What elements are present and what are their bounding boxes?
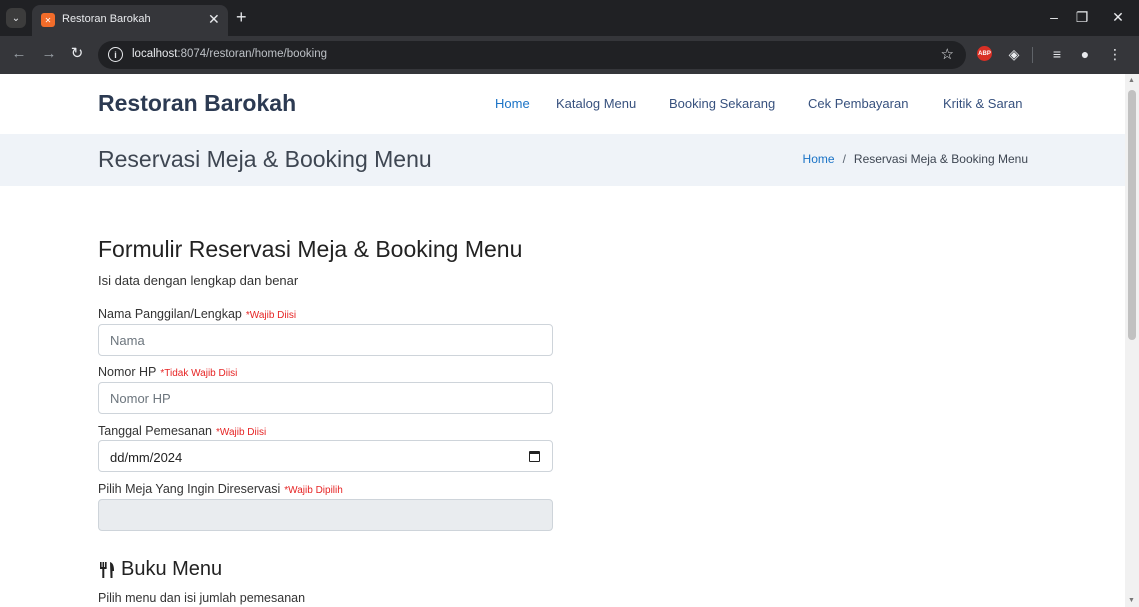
- name-required-note: *Wajib Diisi: [245, 310, 297, 321]
- name-label: Nama Panggilan/Lengkap *Wajib Diisi: [98, 307, 297, 321]
- form-title: Formulir Reservasi Meja & Booking Menu: [98, 236, 523, 262]
- scroll-up-icon[interactable]: ▲: [1128, 77, 1135, 84]
- scroll-thumb[interactable]: [1128, 90, 1136, 340]
- forward-icon[interactable]: →: [40, 45, 58, 63]
- table-label: Pilih Meja Yang Ingin Direservasi *Wajib …: [98, 482, 343, 496]
- phone-label: Nomor HP *Tidak Wajib Diisi: [98, 365, 238, 379]
- adblock-extension-icon[interactable]: ABP: [977, 46, 992, 61]
- name-input[interactable]: [98, 324, 553, 356]
- browser-tab[interactable]: ✕ Restoran Barokah ✕: [32, 5, 228, 36]
- back-icon[interactable]: ←: [10, 45, 28, 63]
- breadcrumb-section: Reservasi Meja & Booking Menu Home / Reser…: [0, 134, 1125, 186]
- browser-menu-icon[interactable]: ⋮: [1105, 45, 1125, 63]
- breadcrumb-current: Reservasi Meja & Booking Menu: [853, 152, 1028, 166]
- form-subtitle: Isi data dengan lengkap dan benar: [98, 273, 299, 288]
- address-url[interactable]: localhost:8074/restoran/home/booking: [132, 48, 327, 60]
- menu-section-subtitle: Pilih menu dan isi jumlah pemesanan: [98, 591, 306, 605]
- tab-close-icon[interactable]: ✕: [208, 11, 220, 27]
- nav-link-katalog-menu[interactable]: Katalog Menu: [556, 96, 636, 111]
- utensils-icon: [98, 560, 118, 580]
- page-viewport: Restoran Barokah Home Katalog Menu Booki…: [0, 74, 1125, 607]
- minimize-icon[interactable]: –: [1042, 7, 1066, 27]
- scroll-down-icon[interactable]: ▼: [1128, 597, 1135, 604]
- breadcrumb-home-link[interactable]: Home: [803, 152, 835, 166]
- profile-icon[interactable]: ●: [1075, 45, 1095, 63]
- browser-toolbar: ← → ↻ i localhost:8074/restoran/home/boo…: [0, 36, 1139, 74]
- nav-link-home[interactable]: Home: [495, 96, 530, 111]
- close-window-icon[interactable]: ✕: [1106, 7, 1130, 27]
- extensions-icon[interactable]: ◈: [1004, 45, 1024, 63]
- bookmark-star-icon[interactable]: ☆: [941, 45, 954, 63]
- reload-icon[interactable]: ↻: [68, 45, 86, 63]
- xampp-favicon-icon: ✕: [41, 13, 55, 27]
- site-info-icon[interactable]: i: [108, 47, 123, 62]
- site-navbar: Restoran Barokah Home Katalog Menu Booki…: [0, 74, 1125, 134]
- table-select[interactable]: [98, 499, 553, 531]
- reading-list-icon[interactable]: ≡: [1047, 45, 1067, 63]
- nav-link-kritik-saran[interactable]: Kritik & Saran: [943, 96, 1022, 111]
- nav-link-booking-sekarang[interactable]: Booking Sekarang: [669, 96, 775, 111]
- toolbar-separator: [1032, 47, 1033, 63]
- address-bar[interactable]: i localhost:8074/restoran/home/booking ☆: [98, 41, 966, 69]
- breadcrumb: Home / Reservasi Meja & Booking Menu: [803, 152, 1028, 166]
- date-input[interactable]: dd/mm/2024: [98, 440, 553, 472]
- page-title: Reservasi Meja & Booking Menu: [98, 146, 432, 172]
- menu-section-heading: Buku Menu: [121, 558, 223, 580]
- date-required-note: *Wajib Diisi: [215, 427, 267, 438]
- browser-tabstrip: ⌄ ✕ Restoran Barokah ✕ + – ❐ ✕: [0, 0, 1139, 36]
- calendar-icon[interactable]: [529, 451, 540, 462]
- nav-link-cek-pembayaran[interactable]: Cek Pembayaran: [808, 96, 908, 111]
- tab-search-button[interactable]: ⌄: [6, 8, 26, 28]
- table-required-note: *Wajib Dipilih: [284, 485, 343, 496]
- breadcrumb-separator: /: [842, 152, 846, 166]
- site-brand[interactable]: Restoran Barokah: [98, 90, 296, 117]
- page-scrollbar[interactable]: ▲ ▼: [1125, 74, 1139, 607]
- menu-section-title: Buku Menu: [98, 558, 222, 581]
- date-label: Tanggal Pemesanan *Wajib Diisi: [98, 424, 267, 438]
- restore-icon[interactable]: ❐: [1070, 7, 1094, 27]
- phone-required-note: *Tidak Wajib Diisi: [160, 368, 238, 379]
- phone-input[interactable]: [98, 382, 553, 414]
- tab-title: Restoran Barokah: [62, 13, 151, 25]
- new-tab-icon[interactable]: +: [236, 7, 247, 27]
- date-value: dd/mm/2024: [110, 450, 183, 465]
